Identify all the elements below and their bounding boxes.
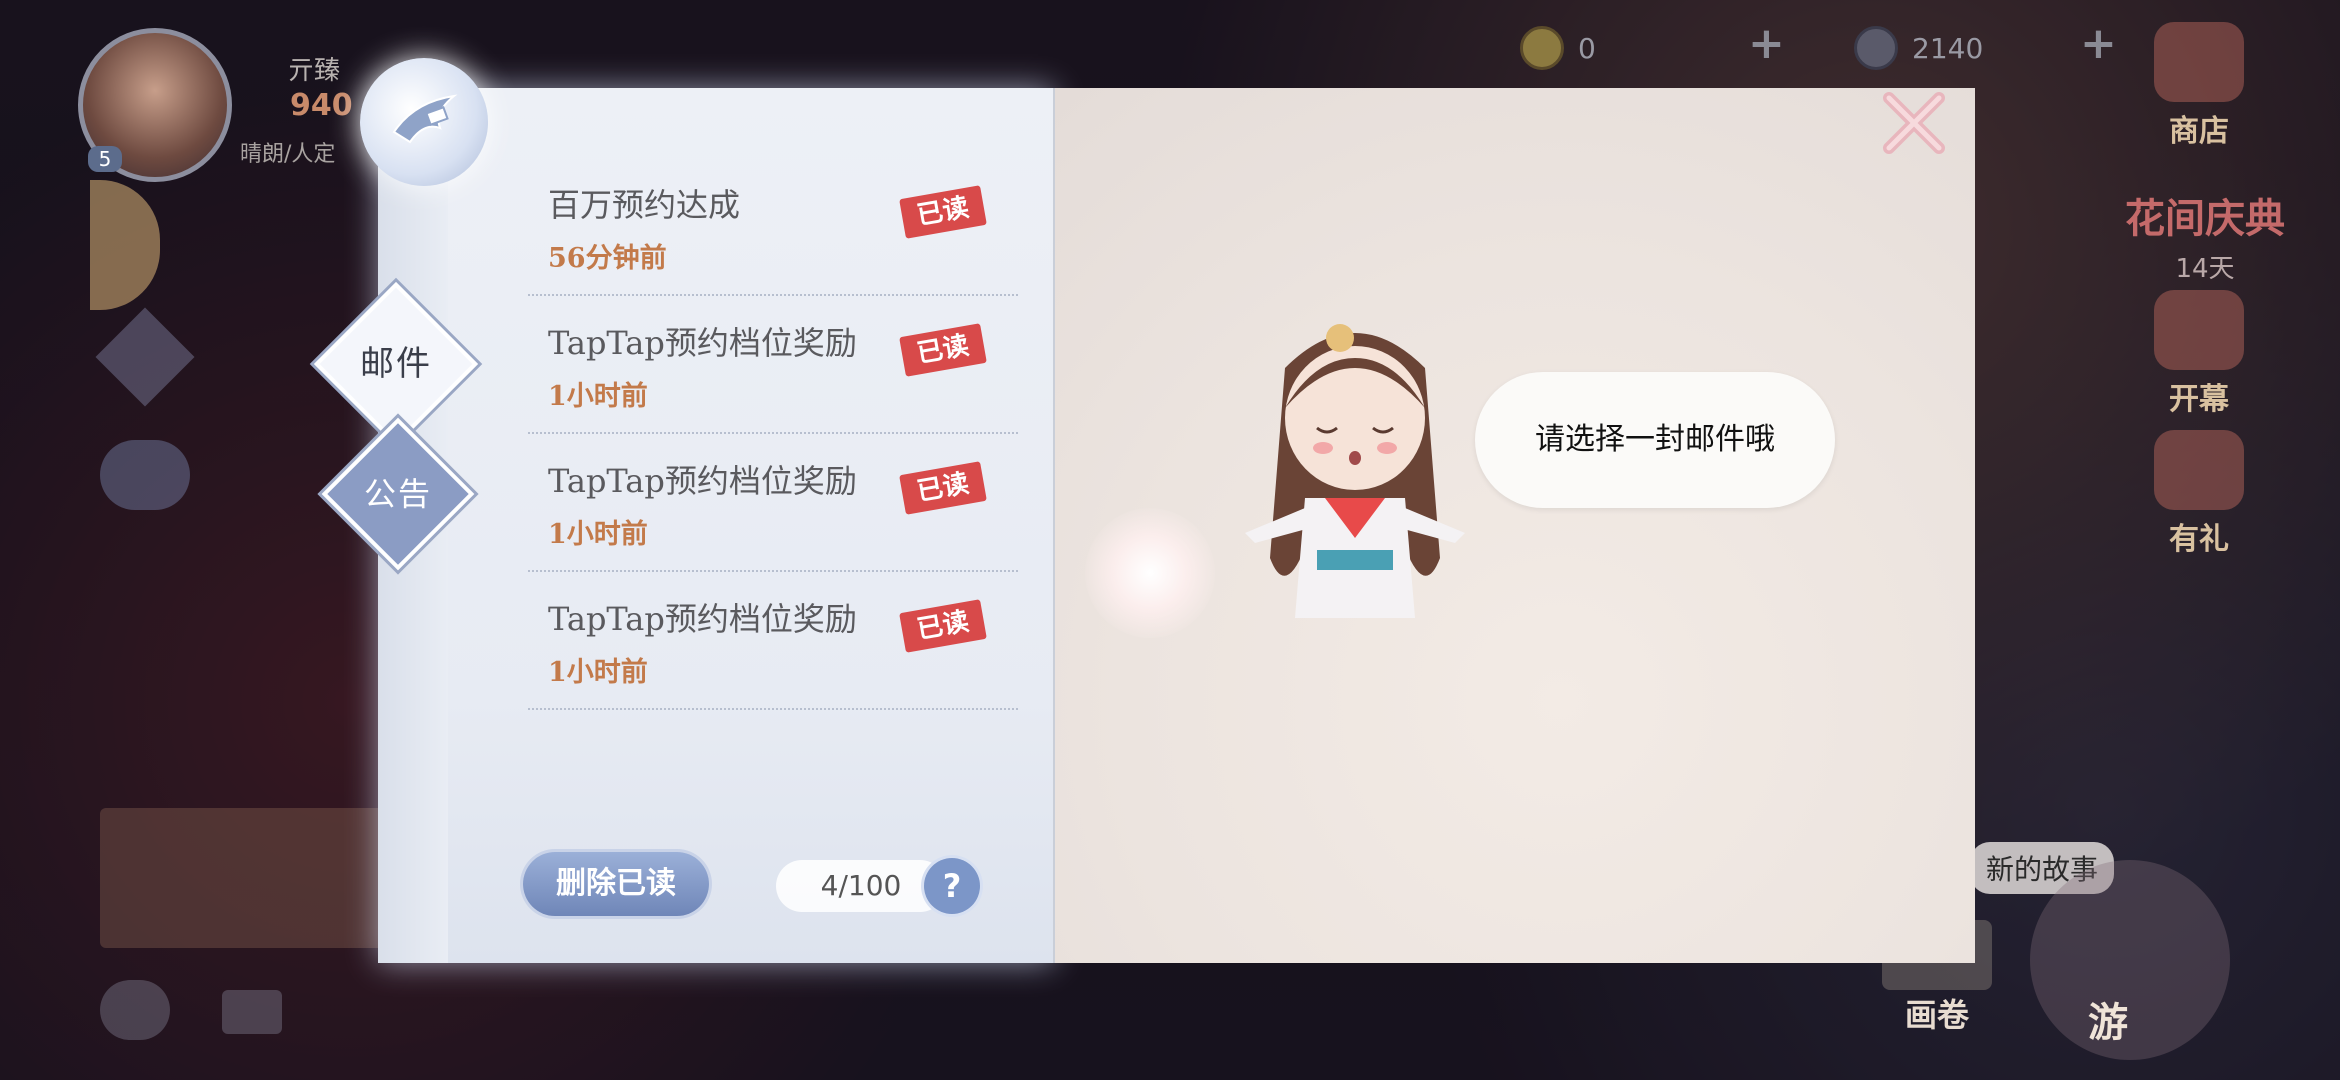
tab-mail-label: 邮件 [360,344,432,384]
add-currency-1-button[interactable]: + [1748,18,1785,69]
mail-time: 1小时前 [548,381,648,412]
currency-1: 0 [1520,26,1596,70]
cat-icon [2154,22,2244,102]
mail-time: 56分钟前 [548,243,667,274]
help-button[interactable]: ? [924,858,980,914]
currency-2-value: 2140 [1912,31,1984,65]
mail-item[interactable]: TapTap预约档位奖励 1小时前 已读 [528,572,1018,710]
mail-list-panel: 百万预约达成 56分钟前 已读 TapTap预约档位奖励 1小时前 已读 Tap… [378,88,1053,963]
flower-icon[interactable] [100,440,190,510]
speech-bubble: 请选择一封邮件哦 [1475,372,1835,508]
event-title: 花间庆典 [2125,196,2285,242]
player-value: 940 [290,88,353,123]
mail-logo-icon [360,58,488,186]
light-glow [1085,508,1215,638]
gate-icon [2154,290,2244,370]
mail-list: 百万预约达成 56分钟前 已读 TapTap预约档位奖励 1小时前 已读 Tap… [528,158,1018,710]
opening-label: 开幕 [2169,382,2229,417]
delete-read-button[interactable]: 删除已读 [523,852,709,916]
tab-notice-label: 公告 [363,475,432,513]
shop-button[interactable]: 商店 [2144,22,2254,150]
mail-count: 4/100 [776,860,946,912]
coin-icon [1520,26,1564,70]
add-currency-2-button[interactable]: + [2080,18,2117,69]
currency-2: 2140 [1854,26,1983,70]
chibi-character [1245,324,1465,618]
mail-item[interactable]: TapTap预约档位奖励 1小时前 已读 [528,434,1018,572]
opening-button[interactable]: 开幕 [2144,290,2254,418]
travel-label: 游 [2088,1000,2128,1046]
mail-title: TapTap预约档位奖励 [548,600,857,638]
mail-icon[interactable] [222,990,282,1034]
read-stamp: 已读 [899,599,987,653]
mail-time: 1小时前 [548,519,648,550]
player-name: 亓臻 [288,56,341,86]
mail-title: 百万预约达成 [548,186,741,224]
player-level-badge: 5 [88,146,122,172]
gift-icon [2154,430,2244,510]
left-banner[interactable] [100,808,400,948]
close-icon[interactable] [1869,78,1959,168]
gift-button[interactable]: 有礼 [2144,430,2254,558]
mail-detail-panel: 请选择一封邮件哦 [1053,88,1975,963]
mail-title: TapTap预约档位奖励 [548,324,857,362]
friends-icon[interactable] [100,980,170,1040]
currency-1-value: 0 [1578,31,1596,65]
player-status: 晴朗/人定 [240,142,336,167]
jade-icon [1854,26,1898,70]
shop-label: 商店 [2169,114,2229,149]
read-stamp: 已读 [899,461,987,515]
scroll-label: 画卷 [1904,996,1969,1034]
gift-label: 有礼 [2169,522,2229,557]
travel-button[interactable]: 游 [2030,860,2230,1060]
event-days: 14天 [2175,254,2235,284]
mail-dialog: 百万预约达成 56分钟前 已读 TapTap预约档位奖励 1小时前 已读 Tap… [313,58,1975,963]
read-stamp: 已读 [899,185,987,239]
mail-item[interactable]: TapTap预约档位奖励 1小时前 已读 [528,296,1018,434]
bird-icon [392,94,458,144]
mail-time: 1小时前 [548,657,648,688]
read-stamp: 已读 [899,323,987,377]
mail-item[interactable]: 百万预约达成 56分钟前 已读 [528,158,1018,296]
mail-title: TapTap预约档位奖励 [548,462,857,500]
event-banner[interactable]: 花间庆典 14天 [2100,186,2310,285]
